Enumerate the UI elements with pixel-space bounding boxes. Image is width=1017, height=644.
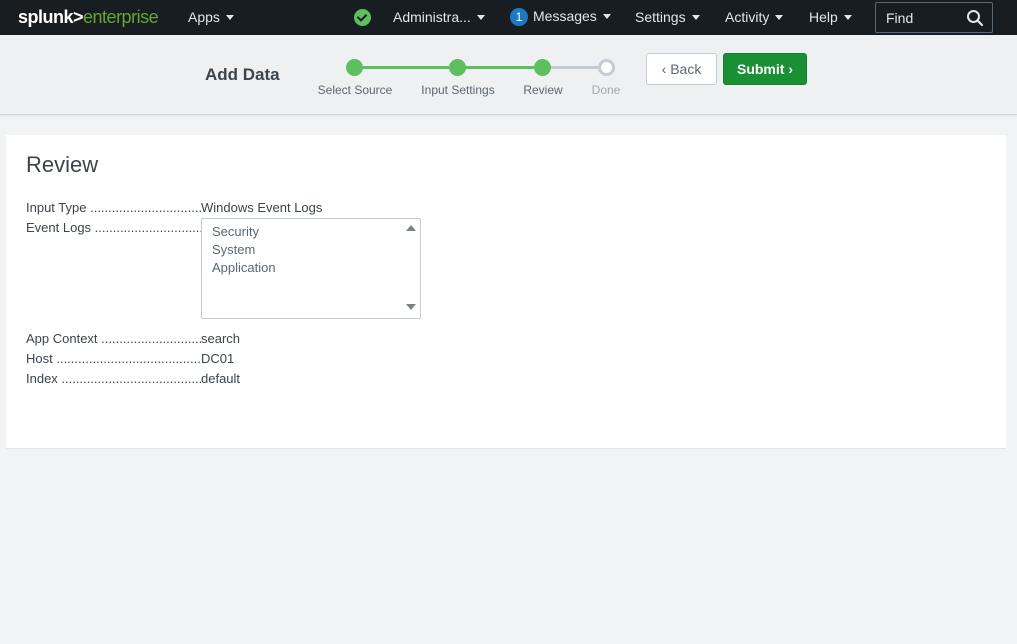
messages-menu-label: Messages xyxy=(533,8,597,24)
input-type-row: Input Type Windows Event Logs xyxy=(26,200,322,218)
chevron-down-icon xyxy=(225,15,234,20)
review-title: Review xyxy=(26,152,99,177)
app-context-row: App Context search xyxy=(26,331,240,349)
event-logs-label: Event Logs xyxy=(26,220,201,235)
step-connector xyxy=(550,66,600,69)
chevron-down-icon xyxy=(602,14,611,19)
chevron-right-icon: › xyxy=(788,61,793,77)
settings-menu[interactable]: Settings xyxy=(635,9,700,25)
event-logs-row: Event Logs xyxy=(26,220,201,238)
help-menu-label: Help xyxy=(809,9,838,25)
user-menu-label: Administra... xyxy=(393,9,471,25)
apps-menu[interactable]: Apps xyxy=(188,9,234,25)
step-review-dot xyxy=(534,59,551,76)
step-review-label: Review xyxy=(523,83,563,97)
step-select-source-dot xyxy=(346,59,363,76)
search-icon[interactable] xyxy=(966,9,984,27)
user-menu[interactable]: Administra... xyxy=(393,9,485,25)
index-label: Index xyxy=(26,371,201,386)
host-label: Host xyxy=(26,351,201,366)
top-nav-bar: splunk>enterprise Apps Administra... 1 Me… xyxy=(0,0,1017,35)
splunk-logo[interactable]: splunk>enterprise xyxy=(18,7,159,28)
messages-menu[interactable]: 1 Messages xyxy=(510,8,611,26)
input-type-value: Windows Event Logs xyxy=(201,200,323,215)
event-log-option[interactable]: Application xyxy=(212,260,276,275)
step-select-source-label: Select Source xyxy=(317,83,393,97)
event-log-option[interactable]: Security xyxy=(212,224,259,239)
host-value: DC01 xyxy=(201,351,235,366)
chevron-down-icon xyxy=(843,15,852,20)
step-connector xyxy=(465,66,534,69)
index-value: default xyxy=(201,371,241,386)
step-input-settings-dot xyxy=(449,59,466,76)
step-done-label: Done xyxy=(591,83,621,97)
back-button[interactable]: ‹ Back xyxy=(646,53,717,85)
back-button-label: Back xyxy=(670,61,702,77)
app-context-label: App Context xyxy=(26,331,201,346)
index-row: Index default xyxy=(26,371,240,389)
chevron-down-icon xyxy=(775,15,784,20)
step-done-dot xyxy=(598,59,615,76)
submit-button-label: Submit xyxy=(736,61,785,77)
review-panel: Review Input Type Windows Event Logs Eve… xyxy=(6,135,1006,449)
input-type-label: Input Type xyxy=(26,200,201,215)
scroll-up-arrow-icon[interactable] xyxy=(406,225,416,231)
add-data-wizard-header: Add Data Select Source Input Settings Re… xyxy=(0,35,1017,115)
find-box[interactable] xyxy=(875,2,993,33)
brand-main-text: splunk> xyxy=(18,7,84,27)
step-input-settings-label: Input Settings xyxy=(421,83,495,97)
submit-button[interactable]: Submit › xyxy=(723,53,807,85)
step-connector xyxy=(362,66,449,69)
settings-menu-label: Settings xyxy=(635,9,686,25)
event-logs-listbox[interactable]: Security System Application xyxy=(201,218,421,319)
health-ok-icon[interactable] xyxy=(354,9,371,26)
apps-menu-label: Apps xyxy=(188,9,220,25)
find-input[interactable] xyxy=(886,10,966,26)
brand-sub-text: enterprise xyxy=(83,7,159,27)
app-context-value: search xyxy=(201,331,241,346)
page-title: Add Data xyxy=(205,65,280,84)
chevron-down-icon xyxy=(691,15,700,20)
chevron-down-icon xyxy=(476,15,485,20)
scroll-down-arrow-icon[interactable] xyxy=(406,304,416,310)
help-menu[interactable]: Help xyxy=(809,9,852,25)
messages-count-badge: 1 xyxy=(510,8,528,26)
chevron-left-icon: ‹ xyxy=(661,61,667,77)
activity-menu[interactable]: Activity xyxy=(725,9,784,25)
activity-menu-label: Activity xyxy=(725,9,770,25)
host-row: Host DC01 xyxy=(26,351,234,369)
event-log-option[interactable]: System xyxy=(212,242,255,257)
